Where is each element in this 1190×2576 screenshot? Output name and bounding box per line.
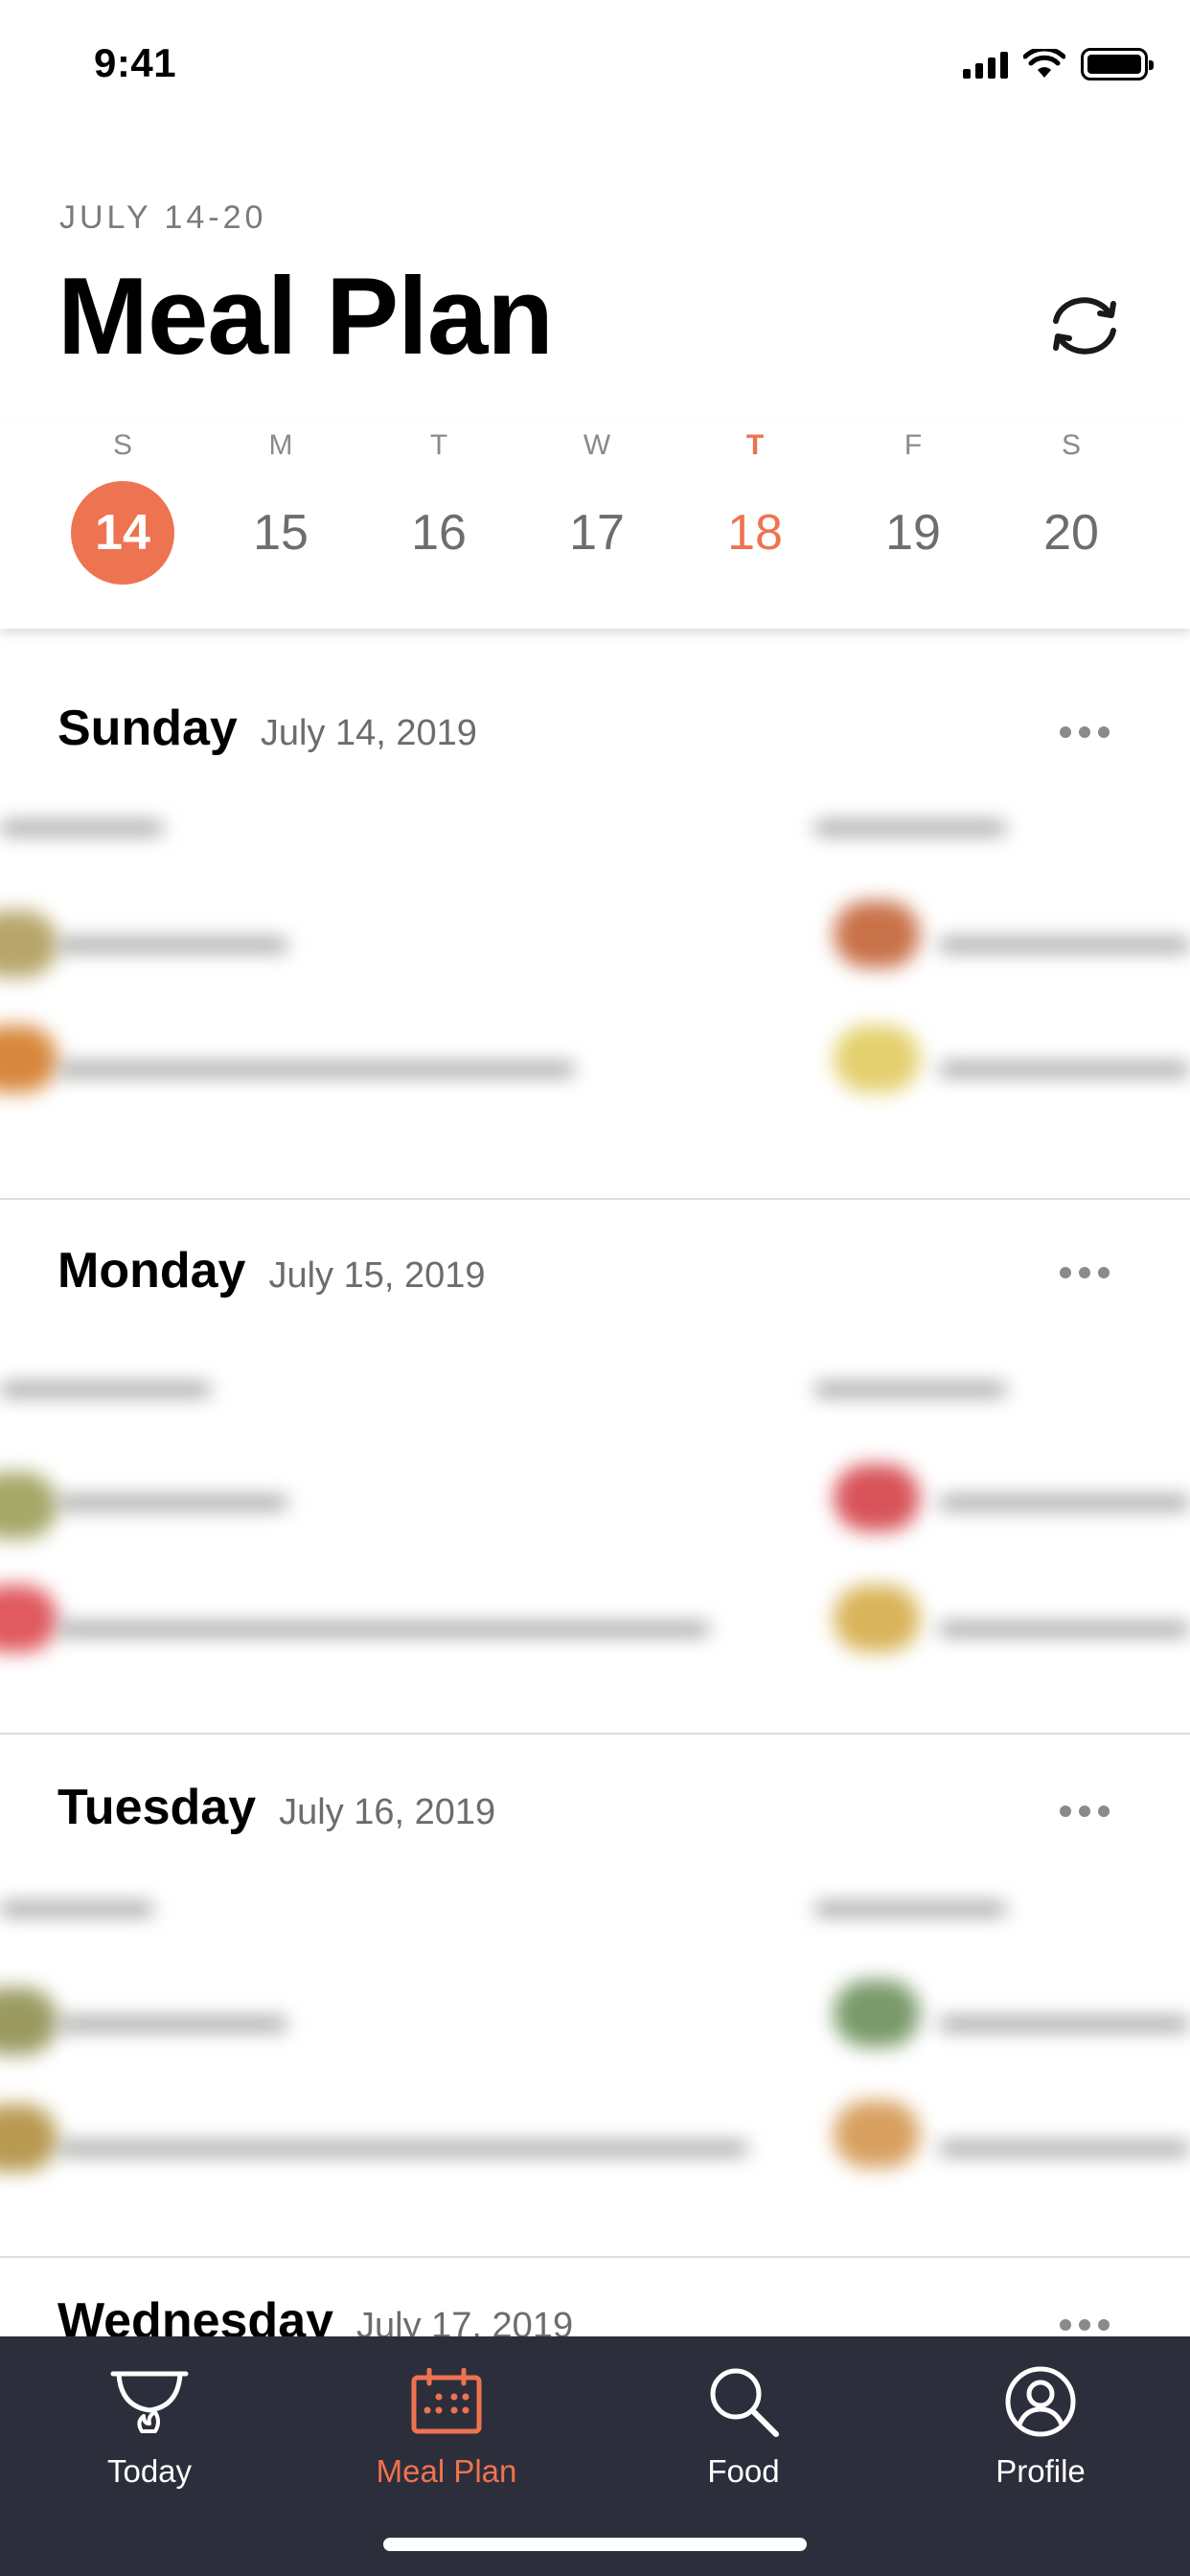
cellular-signal-icon — [963, 50, 1008, 79]
tab-food[interactable]: Food — [638, 2356, 849, 2490]
status-time: 9:41 — [94, 40, 177, 85]
week-day-fri[interactable]: F 19 — [836, 422, 990, 585]
blurred-food-label — [57, 1623, 709, 1635]
weekday-letter: W — [583, 429, 611, 461]
date-number: 20 — [1043, 505, 1099, 561]
search-icon — [710, 2368, 779, 2437]
tab-profile[interactable]: Profile — [935, 2356, 1146, 2490]
day-section-tuesday: Tuesday July 16, 2019 — [0, 1779, 1190, 2258]
tab-meal-plan[interactable]: Meal Plan — [341, 2356, 552, 2490]
weekday-letter: S — [1061, 429, 1081, 461]
more-options-button[interactable] — [1060, 1806, 1110, 1817]
blurred-food-thumbnail[interactable] — [0, 1988, 57, 2055]
day-name: Monday — [57, 1243, 246, 1299]
weekday-letter: F — [904, 429, 923, 461]
day-name: Tuesday — [57, 1780, 257, 1835]
blurred-food-thumbnail[interactable] — [834, 2101, 920, 2168]
tab-bar: Today Meal Plan Food Profile — [0, 2336, 1190, 2576]
weekday-letter: S — [112, 429, 132, 461]
day-name: Sunday — [57, 701, 238, 756]
week-day-thu[interactable]: T 18 — [678, 422, 832, 585]
page-title: Meal Plan — [57, 256, 554, 378]
day-date: July 16, 2019 — [279, 1792, 496, 1832]
blurred-food-label — [939, 1064, 1190, 1075]
blurred-meal-header — [814, 1903, 1006, 1915]
blurred-meal-header — [814, 822, 1006, 834]
tab-label: Meal Plan — [376, 2453, 517, 2489]
blurred-meal-header — [814, 1384, 1006, 1395]
blurred-food-thumbnail[interactable] — [834, 1980, 920, 2047]
more-options-button[interactable] — [1060, 726, 1110, 738]
tab-today[interactable]: Today — [44, 2356, 255, 2490]
blurred-food-label — [939, 2018, 1190, 2030]
date-number: 19 — [885, 505, 941, 561]
week-strip: S 14 M 15 T 16 W 17 T 18 F 19 S 20 — [0, 422, 1190, 629]
status-bar: 9:41 — [0, 0, 1190, 126]
home-indicator[interactable] — [383, 2538, 807, 2551]
blurred-food-label — [57, 939, 287, 951]
week-day-sun[interactable]: S 14 — [46, 422, 199, 585]
blurred-food-label — [939, 2143, 1190, 2154]
sync-icon — [1053, 297, 1116, 355]
blurred-meal-header — [0, 1903, 153, 1915]
day-section-sunday: Sunday July 14, 2019 — [0, 700, 1190, 1200]
blurred-food-thumbnail[interactable] — [834, 1025, 920, 1092]
sync-button[interactable] — [1041, 288, 1129, 364]
blurred-meal-header — [0, 1384, 211, 1395]
day-date: July 14, 2019 — [260, 713, 477, 753]
blurred-food-label — [939, 1623, 1190, 1635]
weekday-letter: M — [268, 429, 293, 461]
blurred-food-thumbnail[interactable] — [0, 1472, 57, 1539]
tab-label: Today — [106, 2453, 193, 2489]
weekday-letter: T — [429, 429, 448, 461]
tab-label: Food — [707, 2453, 780, 2489]
blurred-food-label — [57, 2143, 747, 2154]
blurred-food-label — [57, 2018, 287, 2030]
blurred-food-thumbnail[interactable] — [834, 901, 920, 968]
blurred-food-label — [939, 1497, 1190, 1508]
more-options-button[interactable] — [1060, 2319, 1110, 2331]
week-day-tue[interactable]: T 16 — [362, 422, 515, 585]
tab-label: Profile — [995, 2453, 1086, 2489]
blurred-food-thumbnail[interactable] — [0, 2104, 57, 2172]
week-day-mon[interactable]: M 15 — [204, 422, 357, 585]
date-number: 16 — [411, 505, 467, 561]
blurred-food-thumbnail[interactable] — [834, 1464, 920, 1531]
blurred-food-thumbnail[interactable] — [0, 1585, 57, 1652]
weekday-letter: T — [745, 429, 765, 461]
wifi-icon — [1023, 49, 1065, 78]
blurred-food-label — [57, 1497, 287, 1508]
blurred-food-label — [57, 1064, 575, 1075]
date-number: 14 — [71, 481, 174, 585]
date-number: 18 — [727, 505, 783, 561]
profile-icon — [1005, 2366, 1076, 2437]
week-range: JULY 14-20 — [59, 199, 267, 236]
day-date: July 15, 2019 — [268, 1255, 486, 1296]
blurred-food-thumbnail[interactable] — [834, 1585, 920, 1652]
blurred-food-thumbnail[interactable] — [0, 910, 57, 978]
week-day-wed[interactable]: W 17 — [520, 422, 674, 585]
bowl-icon — [110, 2371, 189, 2433]
day-section-monday: Monday July 15, 2019 — [0, 1242, 1190, 1735]
week-day-sat[interactable]: S 20 — [995, 422, 1148, 585]
blurred-food-thumbnail[interactable] — [0, 1025, 57, 1092]
battery-icon — [1081, 48, 1154, 80]
calendar-icon — [411, 2368, 482, 2434]
status-icons — [963, 48, 1154, 80]
more-options-button[interactable] — [1060, 1267, 1110, 1278]
date-number: 17 — [569, 505, 625, 561]
blurred-food-label — [939, 939, 1190, 951]
blurred-meal-header — [0, 822, 163, 834]
date-number: 15 — [253, 505, 309, 561]
